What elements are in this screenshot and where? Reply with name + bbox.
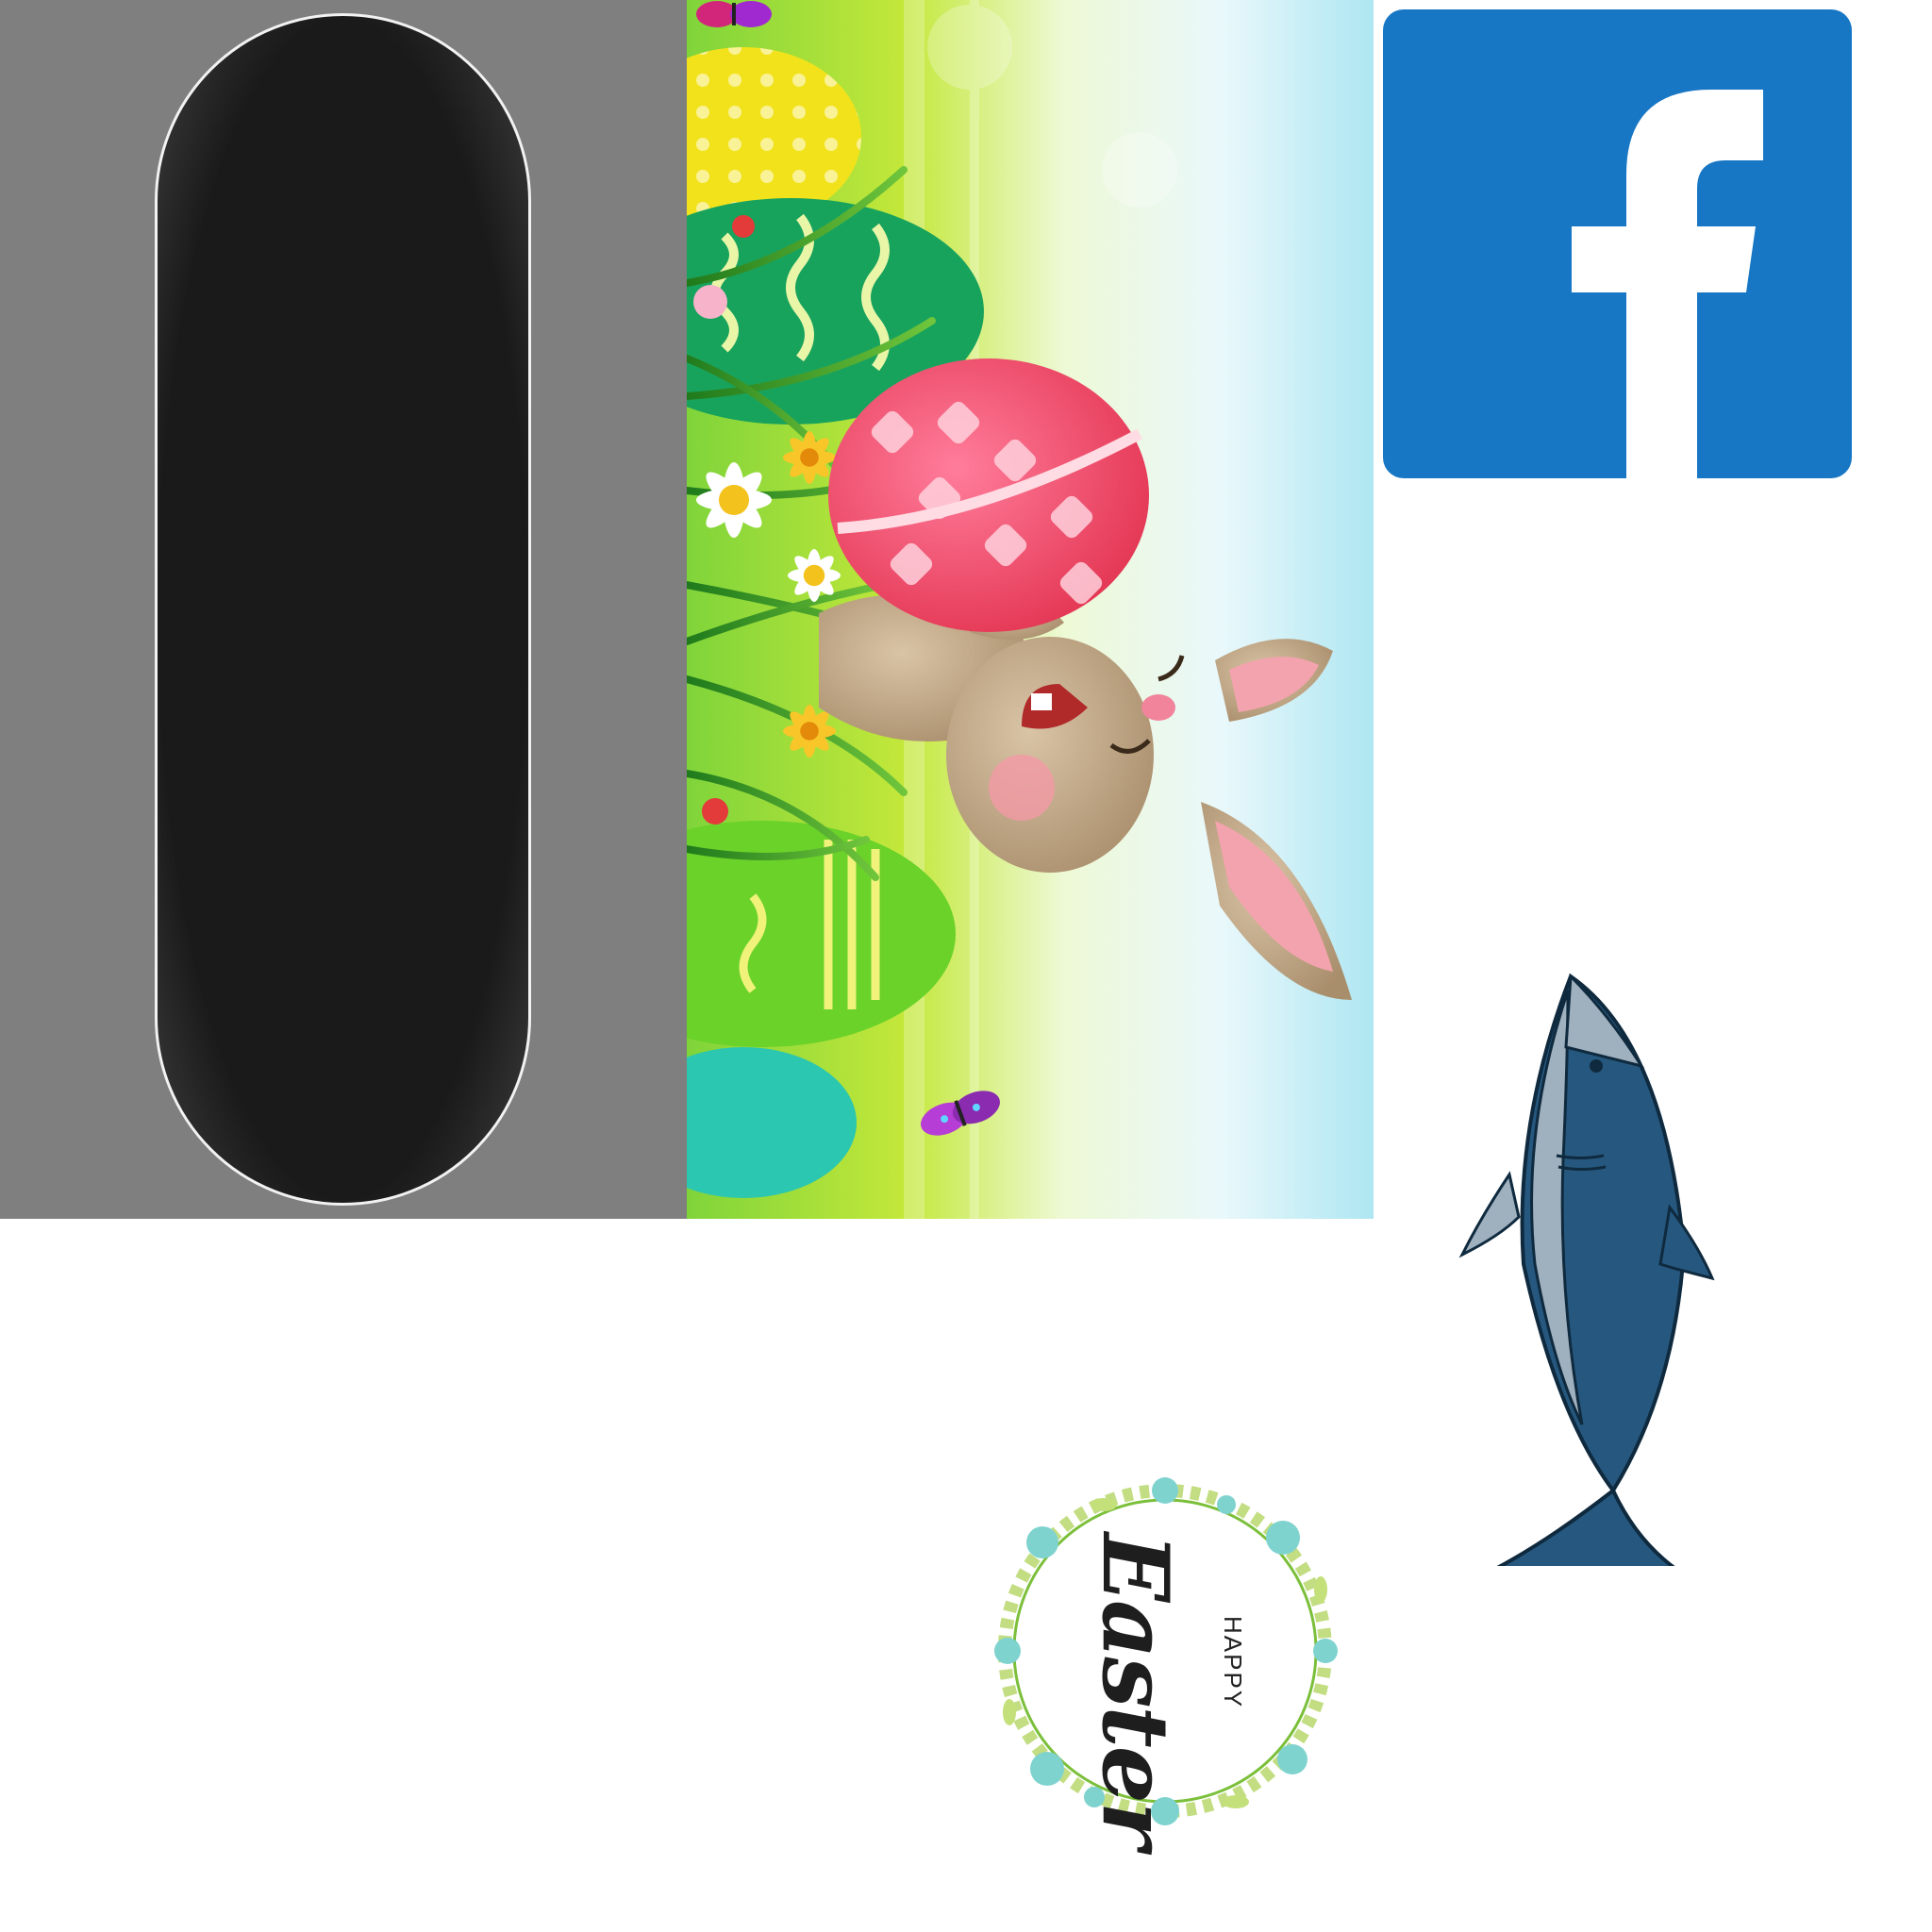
easter-bunny-illustration xyxy=(687,0,1374,1219)
facebook-logo-icon[interactable] xyxy=(1383,9,1852,478)
facebook-logo-svg xyxy=(1383,9,1852,478)
shark-icon xyxy=(1453,972,1720,1593)
dark-rounded-pill xyxy=(155,13,531,1206)
happy-lettering: HAPPY xyxy=(1219,1616,1247,1709)
shark-svg xyxy=(1458,973,1720,1593)
easter-lettering: Easter xyxy=(1082,1533,1189,1848)
pink-easter-egg xyxy=(828,358,1149,632)
happy-easter-wreath: Easter HAPPY xyxy=(981,1467,1349,1847)
easter-scene-svg xyxy=(687,0,1374,1219)
butterfly-icon xyxy=(696,1,772,27)
